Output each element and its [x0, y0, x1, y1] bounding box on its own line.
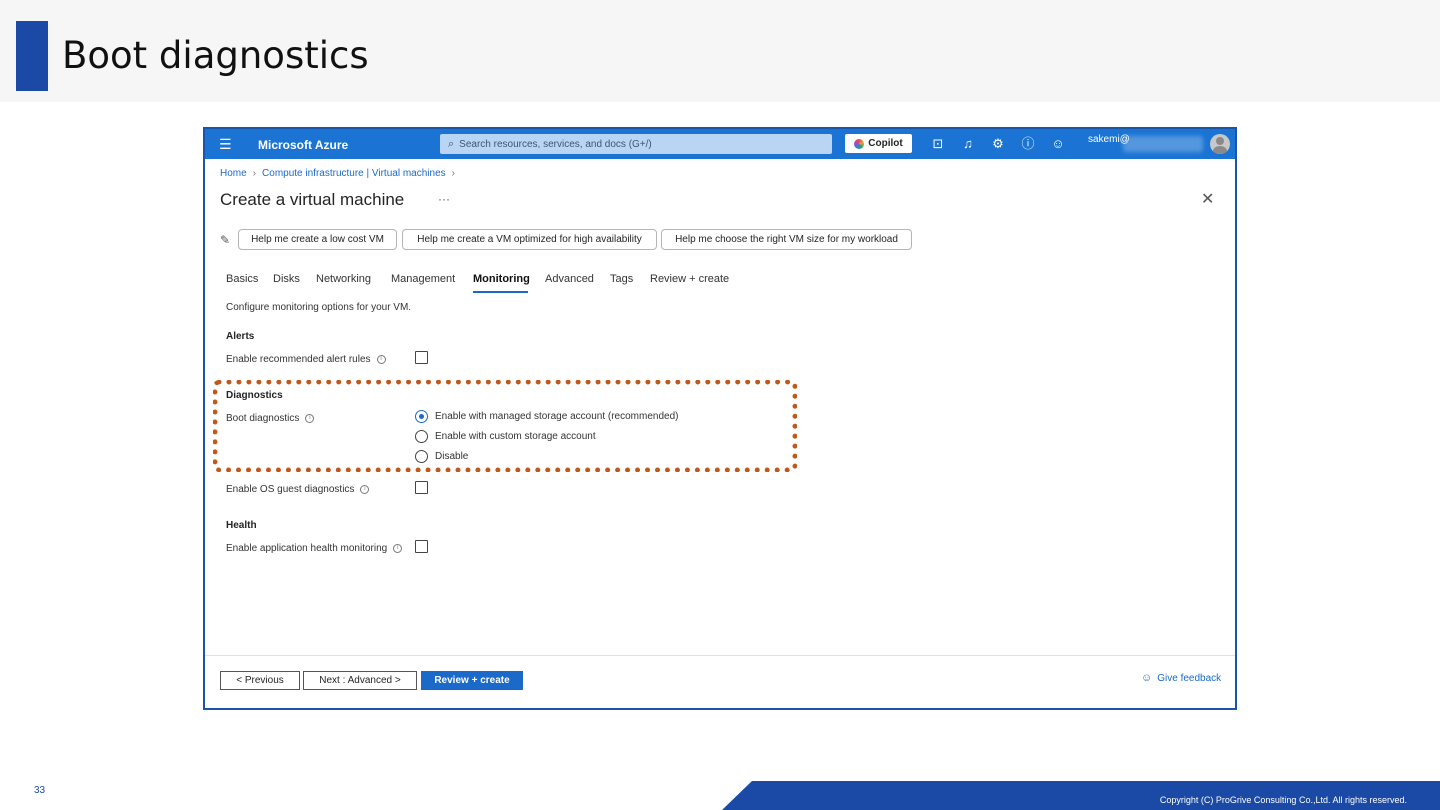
close-icon[interactable]: ✕: [1201, 189, 1214, 209]
os-guest-diagnostics-text: Enable OS guest diagnostics: [226, 484, 355, 495]
tab-basics[interactable]: Basics: [226, 273, 258, 285]
tab-tags[interactable]: Tags: [610, 273, 633, 285]
copilot-icon: [854, 138, 865, 149]
give-feedback-link[interactable]: ☺ Give feedback: [1141, 672, 1221, 684]
feedback-icon: ☺: [1141, 672, 1153, 684]
slide: Boot diagnostics ☰ Microsoft Azure ⌕ Sea…: [0, 0, 1440, 810]
azure-portal-screenshot: ☰ Microsoft Azure ⌕ Search resources, se…: [203, 127, 1237, 710]
azure-brand[interactable]: Microsoft Azure: [258, 138, 348, 152]
app-health-checkbox[interactable]: [415, 540, 428, 553]
slide-header: Boot diagnostics: [0, 0, 1440, 102]
diagnostics-heading: Diagnostics: [226, 390, 283, 401]
breadcrumb-virtual-machines[interactable]: Compute infrastructure | Virtual machine…: [262, 168, 446, 179]
review-create-button[interactable]: Review + create: [421, 671, 523, 690]
info-icon[interactable]: i: [376, 355, 386, 364]
monitoring-description: Configure monitoring options for your VM…: [226, 302, 412, 313]
suggestion-high-availability[interactable]: Help me create a VM optimized for high a…: [402, 229, 657, 250]
boot-option-disable-label: Disable: [435, 451, 469, 462]
chevron-right-icon: ›: [451, 168, 455, 179]
feedback-icon[interactable]: ☺: [1050, 136, 1066, 152]
avatar[interactable]: [1210, 134, 1230, 154]
terminal-icon[interactable]: ⊡: [930, 136, 946, 152]
copilot-label: Copilot: [868, 138, 903, 149]
info-icon[interactable]: i: [305, 414, 315, 423]
recommended-alerts-label: Enable recommended alert rules i: [226, 354, 386, 365]
copilot-sparkle-icon: ✎: [220, 233, 231, 247]
os-guest-diagnostics-checkbox[interactable]: [415, 481, 428, 494]
give-feedback-label: Give feedback: [1157, 672, 1222, 684]
tab-review-create[interactable]: Review + create: [650, 273, 729, 285]
slide-title: Boot diagnostics: [62, 34, 369, 77]
boot-diagnostics-text: Boot diagnostics: [226, 413, 300, 424]
tab-monitoring[interactable]: Monitoring: [473, 273, 530, 285]
recommended-alerts-checkbox[interactable]: [415, 351, 428, 364]
boot-option-custom-label: Enable with custom storage account: [435, 431, 596, 442]
app-health-text: Enable application health monitoring: [226, 543, 388, 554]
next-advanced-button[interactable]: Next : Advanced >: [303, 671, 417, 690]
active-tab-indicator: [473, 291, 528, 293]
radio-unchecked[interactable]: [415, 430, 428, 443]
copilot-button[interactable]: Copilot: [845, 134, 912, 153]
boot-option-disable[interactable]: Disable: [415, 450, 468, 463]
info-icon[interactable]: i: [360, 485, 370, 494]
slide-accent-bar: [16, 21, 48, 91]
user-redaction: [1123, 136, 1203, 152]
copyright: Copyright (C) ProGrive Consulting Co.,Lt…: [1159, 795, 1407, 805]
tab-networking[interactable]: Networking: [316, 273, 371, 285]
search-icon: ⌕: [448, 137, 455, 150]
breadcrumb: Home › Compute infrastructure | Virtual …: [220, 168, 461, 179]
tab-disks[interactable]: Disks: [273, 273, 300, 285]
boot-diagnostics-label: Boot diagnostics i: [226, 413, 315, 424]
page-title: Create a virtual machine: [220, 190, 405, 209]
gear-icon[interactable]: ⚙: [990, 136, 1006, 152]
suggestion-low-cost-vm[interactable]: Help me create a low cost VM: [238, 229, 397, 250]
recommended-alerts-text: Enable recommended alert rules: [226, 354, 371, 365]
tab-management[interactable]: Management: [391, 273, 455, 285]
search-input[interactable]: ⌕ Search resources, services, and docs (…: [440, 134, 832, 154]
page-number: 33: [34, 785, 46, 796]
suggestion-vm-size[interactable]: Help me choose the right VM size for my …: [661, 229, 912, 250]
boot-option-managed-label: Enable with managed storage account (rec…: [435, 411, 679, 422]
tab-advanced[interactable]: Advanced: [545, 273, 594, 285]
os-guest-diagnostics-label: Enable OS guest diagnostics i: [226, 484, 370, 495]
search-placeholder: Search resources, services, and docs (G+…: [459, 138, 652, 150]
radio-unchecked[interactable]: [415, 450, 428, 463]
radio-checked[interactable]: [415, 410, 428, 423]
bell-icon[interactable]: ♫: [960, 136, 976, 152]
help-icon[interactable]: ⓘ: [1020, 136, 1036, 152]
boot-option-custom[interactable]: Enable with custom storage account: [415, 430, 596, 443]
app-health-label: Enable application health monitoring i: [226, 543, 403, 554]
health-heading: Health: [226, 520, 257, 531]
hamburger-icon[interactable]: ☰: [219, 137, 232, 151]
diagnostics-highlight-box: [213, 380, 797, 472]
info-icon[interactable]: i: [393, 544, 403, 553]
azure-top-bar: ☰ Microsoft Azure ⌕ Search resources, se…: [205, 129, 1235, 159]
previous-button[interactable]: < Previous: [220, 671, 300, 690]
chevron-right-icon: ›: [252, 168, 257, 179]
boot-option-managed[interactable]: Enable with managed storage account (rec…: [415, 410, 678, 423]
footer-divider: [205, 655, 1235, 656]
more-options-icon[interactable]: ···: [438, 192, 450, 206]
alerts-heading: Alerts: [226, 331, 255, 342]
breadcrumb-home[interactable]: Home: [220, 168, 247, 179]
